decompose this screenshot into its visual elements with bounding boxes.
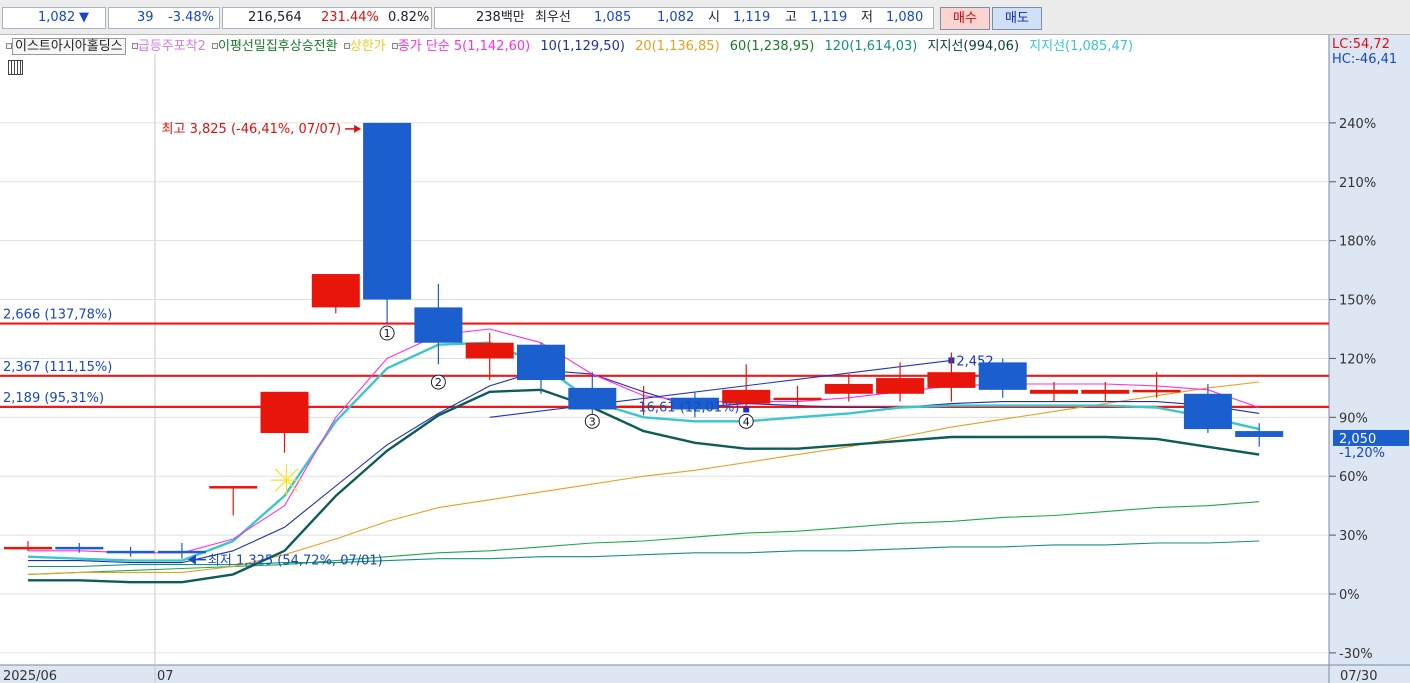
low-label: 저 [861,10,873,25]
candle-body[interactable] [465,342,514,359]
ma5-line [28,328,1260,554]
annotations: 최고 3,825 (-46,41%, 07/07) 최저 1,325 (54,72… [162,122,754,569]
candle-body[interactable] [773,397,822,401]
price-tick-label: 210% [1339,176,1376,191]
candle-body[interactable] [517,344,565,381]
date-axis-panel [0,665,1410,683]
pattern-marker-number: 1 [384,327,391,340]
candlesticks[interactable] [4,122,1284,559]
price-tick-label: 90% [1339,411,1368,426]
date-label: 07/30 [1340,669,1377,683]
ma60-legend[interactable]: 60(1,238,95) [730,39,815,54]
current-price-value: 2,050 [1339,432,1376,447]
ma10-legend[interactable]: 10(1,129,50) [540,39,625,54]
candle-body[interactable] [1235,431,1284,437]
upper-limit-star-icon [274,468,287,481]
quote-bar: 1,082 ▼ 39 -3.48% 216,564 231.44% 0.82% … [0,0,1410,35]
candle-body[interactable] [363,122,412,300]
price-tick-label: 60% [1339,470,1368,485]
down-arrow-icon: ▼ [79,10,89,25]
resistance-line-label: 2,189 (95,31%) [3,391,104,406]
ma5-legend[interactable]: 종가 단순 5(1,142,60) [398,39,530,54]
pattern-marker-number: 2 [435,376,442,389]
lc-hc-readout: LC:54,72 HC:-46,41 [1332,37,1397,67]
pivot-label: 16,61 (12,01%) [638,400,739,415]
pattern-marker-number: 3 [589,415,596,428]
indicator-surge[interactable]: 급등주포착2 [138,39,206,54]
open-label: 시 [708,10,720,25]
price-tick-label: 240% [1339,117,1376,132]
price-tick-label: 0% [1339,588,1360,603]
turnover-rate: 0.82% [388,10,430,25]
resistance-line-label: 2,367 (111,15%) [3,360,112,375]
sell-button[interactable]: 매도 [992,7,1042,30]
candle-body[interactable] [55,546,104,550]
resistance-line-label: 2,666 (137,78%) [3,308,112,323]
high-value: 1,119 [810,10,848,25]
price-tick-label: 120% [1339,352,1376,367]
change-value: 39 [137,10,154,25]
support1-legend[interactable]: 지지선(994,06) [928,39,1020,54]
candle-body[interactable] [568,387,617,410]
candle-body[interactable] [1081,389,1130,394]
indicator-ma-convergence[interactable]: 이평선밀집후상승전환 [218,39,338,54]
moving-average-lines: 2,452 [27,328,1260,584]
buy-button[interactable]: 매수 [940,7,990,30]
price-tick-label: 180% [1339,235,1376,250]
ma20-legend[interactable]: 20(1,136,85) [635,39,720,54]
hc-value: HC:-46,41 [1332,52,1398,67]
indicator-upper-limit[interactable]: 상한가 [350,39,386,54]
candle-body[interactable] [414,307,463,343]
price-tick-label: 150% [1339,294,1376,309]
candle-body[interactable] [1183,393,1232,430]
candle-body[interactable] [260,391,309,434]
price-chart[interactable]: 2,666 (137,78%) 2,367 (111,15%) 2,189 (95,… [0,35,1410,683]
best-price-label: 최우선 [535,10,571,25]
best-ask-value: 1,085 [594,10,632,25]
candle-body[interactable] [978,362,1027,390]
high-arrow-icon [354,124,362,133]
pattern-marker-number: 4 [743,415,750,428]
volume-ratio: 231.44% [321,10,379,25]
horizontal-lines: 2,666 (137,78%) 2,367 (111,15%) 2,189 (95,… [0,308,1329,409]
support2-legend[interactable]: 지지선(1,085,47) [1029,39,1133,54]
candle-body[interactable] [157,550,206,554]
candle-body[interactable] [876,378,925,394]
high-label: 고 [785,10,797,25]
volume-value: 216,564 [248,10,302,25]
upper-limit-star-icon [274,479,287,492]
open-value: 1,119 [733,10,771,25]
candle-body[interactable] [1132,389,1181,393]
date-label: 07 [157,669,174,683]
ma120-legend[interactable]: 120(1,614,03) [825,39,918,54]
change-pct: -3.48% [168,10,214,25]
calculator-icon[interactable] [8,60,23,75]
lc-value: LC:54,72 [1332,37,1390,52]
low-value: 1,080 [886,10,924,25]
price-value: 1,082 [38,10,76,25]
amount-value: 238백만 [476,10,525,25]
candle-body[interactable] [311,274,360,308]
candle-body[interactable] [1030,389,1078,394]
candle-body[interactable] [927,372,976,388]
candle-body[interactable] [824,383,873,394]
stock-name[interactable]: 이스트아시아홀딩스 [12,38,126,55]
current-price-pct: -1,20% [1339,446,1385,461]
date-label: 2025/06 [3,669,57,683]
candle-body[interactable] [209,486,258,489]
indicator-legend: 이스트아시아홀딩스 급등주포착2 이평선밀집후상승전환 상한가 종가 단순 5(… [4,38,1133,56]
low-price-label: 최저 1,325 (54,72%, 07/01) [208,554,383,569]
price-tick-label: 30% [1339,529,1368,544]
price-tick-label: -30% [1339,647,1373,662]
high-price-label: 최고 3,825 (-46,41%, 07/07) [162,122,342,137]
candle-body[interactable] [106,550,155,554]
candle-body[interactable] [4,546,52,550]
best-bid-value: 1,082 [657,10,695,25]
